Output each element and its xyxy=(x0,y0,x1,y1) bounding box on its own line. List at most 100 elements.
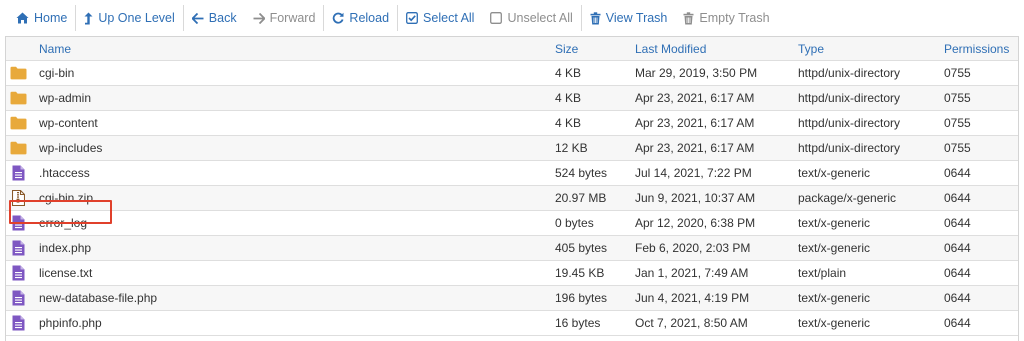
reload-button[interactable]: Reload xyxy=(324,5,397,31)
text-file-icon xyxy=(9,311,27,335)
file-name[interactable]: index.php xyxy=(39,236,91,260)
file-permissions: 0644 xyxy=(944,291,971,305)
file-name[interactable]: new-database-file.php xyxy=(39,286,157,310)
column-header-last-modified[interactable]: Last Modified xyxy=(635,37,706,60)
text-file-icon xyxy=(9,161,27,185)
file-last-modified: Feb 6, 2020, 2:03 PM xyxy=(635,241,751,255)
unselect-all-button[interactable]: Unselect All xyxy=(482,5,580,31)
file-permissions: 0644 xyxy=(944,266,971,280)
table-row[interactable]: error_log 0 bytes Apr 12, 2020, 6:38 PM tex… xyxy=(6,211,1018,236)
table-row[interactable]: wp-admin 4 KB Apr 23, 2021, 6:17 AM httpd/u… xyxy=(6,86,1018,111)
file-manager-toolbar: Home Up One Level Back Forward Reload Se… xyxy=(8,5,1019,31)
column-header-type[interactable]: Type xyxy=(798,37,824,60)
reload-label: Reload xyxy=(349,11,390,25)
back-button[interactable]: Back xyxy=(184,5,245,31)
table-row[interactable]: wp-includes 12 KB Apr 23, 2021, 6:17 AM htt… xyxy=(6,136,1018,161)
home-button[interactable]: Home xyxy=(8,5,75,31)
file-permissions: 0755 xyxy=(944,66,971,80)
file-permissions: 0644 xyxy=(944,216,971,230)
trash-icon xyxy=(683,11,694,25)
folder-icon xyxy=(9,111,27,135)
file-last-modified: Apr 23, 2021, 6:17 AM xyxy=(635,116,755,130)
view-trash-label: View Trash xyxy=(605,11,668,25)
column-header-permissions[interactable]: Permissions xyxy=(944,37,1009,60)
arrow-left-icon xyxy=(191,12,204,24)
file-size: 4 KB xyxy=(555,66,582,80)
file-last-modified: Jul 14, 2021, 7:22 PM xyxy=(635,166,752,180)
file-name[interactable]: wp-content xyxy=(39,111,98,135)
text-file-icon xyxy=(9,261,27,285)
file-list-table: Name Size Last Modified Type Permissions… xyxy=(5,36,1019,341)
file-size: 196 bytes xyxy=(555,291,608,305)
file-size: 19.45 KB xyxy=(555,266,605,280)
table-row[interactable]: index.php 405 bytes Feb 6, 2020, 2:03 PM te… xyxy=(6,236,1018,261)
table-row[interactable]: cgi-bin.zip 20.97 MB Jun 9, 2021, 10:37 AM… xyxy=(6,186,1018,211)
file-last-modified: Oct 7, 2021, 8:50 AM xyxy=(635,316,748,330)
unchecked-box-icon xyxy=(490,12,503,24)
file-permissions: 0755 xyxy=(944,141,971,155)
file-name[interactable]: wp-includes xyxy=(39,136,102,160)
file-name[interactable]: wp-admin xyxy=(39,86,91,110)
file-type: httpd/unix-directory xyxy=(798,116,901,130)
column-header-name[interactable]: Name xyxy=(39,37,71,60)
table-row[interactable]: license.txt 19.45 KB Jan 1, 2021, 7:49 AM t… xyxy=(6,261,1018,286)
file-type: text/x-generic xyxy=(798,241,871,255)
file-type: text/plain xyxy=(798,266,847,280)
highlight-box xyxy=(9,200,112,224)
file-permissions: 0755 xyxy=(944,91,971,105)
table-row[interactable]: .htaccess 524 bytes Jul 14, 2021, 7:22 PM t… xyxy=(6,161,1018,186)
refresh-icon xyxy=(332,12,344,24)
file-type: httpd/unix-directory xyxy=(798,91,901,105)
file-name[interactable]: .htaccess xyxy=(39,161,90,185)
level-up-icon xyxy=(84,12,93,25)
select-all-label: Select All xyxy=(423,11,475,25)
empty-trash-button[interactable]: Empty Trash xyxy=(675,5,777,31)
folder-icon xyxy=(9,136,27,160)
file-last-modified: Jun 9, 2021, 10:37 AM xyxy=(635,191,756,205)
folder-icon xyxy=(9,86,27,110)
text-file-icon xyxy=(9,286,27,310)
file-permissions: 0644 xyxy=(944,166,971,180)
file-last-modified: Apr 12, 2020, 6:38 PM xyxy=(635,216,756,230)
file-size: 524 bytes xyxy=(555,166,608,180)
file-size: 0 bytes xyxy=(555,216,594,230)
file-last-modified: Jan 1, 2021, 7:49 AM xyxy=(635,266,749,280)
empty-trash-label: Empty Trash xyxy=(699,11,770,25)
select-all-button[interactable]: Select All xyxy=(398,5,482,31)
file-type: text/x-generic xyxy=(798,316,871,330)
file-type: package/x-generic xyxy=(798,191,897,205)
file-last-modified: Jun 4, 2021, 4:19 PM xyxy=(635,291,750,305)
table-row[interactable]: wp-content 4 KB Apr 23, 2021, 6:17 AM httpd… xyxy=(6,111,1018,136)
column-header-size[interactable]: Size xyxy=(555,37,578,60)
table-header: Name Size Last Modified Type Permissions xyxy=(6,37,1018,61)
file-size: 4 KB xyxy=(555,116,582,130)
home-label: Home xyxy=(34,11,68,25)
table-row[interactable]: cgi-bin 4 KB Mar 29, 2019, 3:50 PM httpd/un… xyxy=(6,61,1018,86)
home-icon xyxy=(16,12,29,24)
file-size: 405 bytes xyxy=(555,241,608,255)
up-one-level-label: Up One Level xyxy=(98,11,175,25)
file-permissions: 0644 xyxy=(944,191,971,205)
file-name[interactable]: license.txt xyxy=(39,261,92,285)
view-trash-button[interactable]: View Trash xyxy=(582,5,676,31)
file-permissions: 0644 xyxy=(944,316,971,330)
forward-button[interactable]: Forward xyxy=(245,5,324,31)
file-last-modified: Apr 23, 2021, 6:17 AM xyxy=(635,141,755,155)
table-row[interactable]: new-database-file.php 196 bytes Jun 4, 202… xyxy=(6,286,1018,311)
file-name[interactable]: cgi-bin xyxy=(39,61,74,85)
checked-box-icon xyxy=(406,12,418,24)
file-size: 4 KB xyxy=(555,91,582,105)
file-permissions: 0644 xyxy=(944,241,971,255)
file-permissions: 0755 xyxy=(944,116,971,130)
file-type: text/x-generic xyxy=(798,216,871,230)
file-type: httpd/unix-directory xyxy=(798,66,901,80)
file-name[interactable]: phpinfo.php xyxy=(39,311,102,335)
text-file-icon xyxy=(9,236,27,260)
folder-icon xyxy=(9,61,27,85)
file-size: 20.97 MB xyxy=(555,191,607,205)
file-last-modified: Apr 23, 2021, 6:17 AM xyxy=(635,91,755,105)
back-label: Back xyxy=(208,11,237,25)
table-row[interactable]: phpinfo.php 16 bytes Oct 7, 2021, 8:50 AM t… xyxy=(6,311,1018,336)
file-type: text/x-generic xyxy=(798,291,871,305)
up-one-level-button[interactable]: Up One Level xyxy=(76,5,182,31)
